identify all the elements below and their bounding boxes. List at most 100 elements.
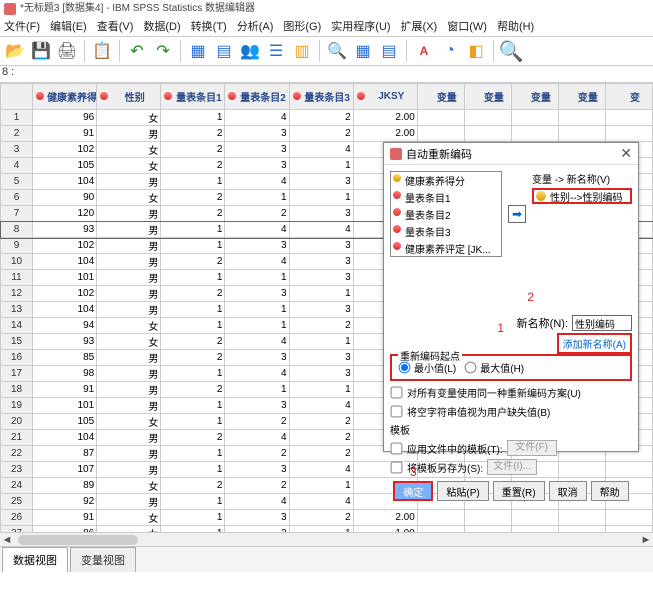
data-cell[interactable]: 男 bbox=[97, 126, 161, 142]
print-icon[interactable]: 🖨 bbox=[56, 40, 78, 62]
data-cell[interactable]: 男 bbox=[97, 302, 161, 318]
data-cell[interactable]: 2 bbox=[225, 414, 289, 430]
data-cell[interactable]: 120 bbox=[33, 206, 97, 222]
insert-case-icon[interactable]: ▦ bbox=[352, 40, 374, 62]
column-header[interactable]: 量表条目1 bbox=[161, 84, 225, 110]
data-cell[interactable]: 102 bbox=[33, 238, 97, 254]
row-number[interactable]: 14 bbox=[1, 318, 33, 334]
data-cell[interactable]: 3 bbox=[289, 254, 353, 270]
row-number[interactable]: 4 bbox=[1, 158, 33, 174]
data-cell[interactable]: 2 bbox=[161, 430, 225, 446]
data-cell[interactable]: 101 bbox=[33, 270, 97, 286]
data-cell[interactable]: 93 bbox=[33, 222, 97, 238]
data-cell[interactable]: 女 bbox=[97, 190, 161, 206]
data-cell[interactable]: 4 bbox=[289, 222, 353, 238]
data-cell[interactable]: 1 bbox=[161, 398, 225, 414]
data-cell[interactable]: 3 bbox=[225, 350, 289, 366]
value-labels-icon[interactable]: A bbox=[413, 40, 435, 62]
undo-icon[interactable]: ↶ bbox=[126, 40, 148, 62]
data-cell[interactable]: 4 bbox=[225, 366, 289, 382]
data-cell[interactable]: 104 bbox=[33, 254, 97, 270]
data-cell[interactable]: 105 bbox=[33, 414, 97, 430]
row-number[interactable]: 12 bbox=[1, 286, 33, 302]
data-cell[interactable]: 93 bbox=[33, 334, 97, 350]
data-cell[interactable] bbox=[605, 126, 652, 142]
cancel-button[interactable]: 取消 bbox=[549, 481, 587, 501]
paste-button[interactable]: 粘贴(P) bbox=[437, 481, 488, 501]
source-var-item[interactable]: 量表条目3 bbox=[391, 223, 501, 240]
data-cell[interactable]: 3 bbox=[289, 302, 353, 318]
radio-max[interactable]: 最大值(H) bbox=[464, 360, 524, 375]
data-cell[interactable]: 2 bbox=[161, 142, 225, 158]
row-number[interactable]: 19 bbox=[1, 398, 33, 414]
data-cell[interactable]: 男 bbox=[97, 382, 161, 398]
data-cell[interactable] bbox=[417, 510, 464, 526]
data-cell[interactable]: 3 bbox=[225, 510, 289, 526]
data-cell[interactable]: 1 bbox=[161, 222, 225, 238]
data-cell[interactable]: 2 bbox=[161, 334, 225, 350]
ok-button[interactable]: 确定 bbox=[393, 481, 433, 501]
data-cell[interactable]: 85 bbox=[33, 350, 97, 366]
data-cell[interactable]: 1 bbox=[225, 318, 289, 334]
chk-blank-missing[interactable]: 将空字符串值视为用户缺失值(B) bbox=[390, 404, 632, 419]
source-var-item[interactable]: 量表条目2 bbox=[391, 206, 501, 223]
data-cell[interactable]: 107 bbox=[33, 462, 97, 478]
row-number[interactable]: 11 bbox=[1, 270, 33, 286]
data-cell[interactable]: 4 bbox=[225, 254, 289, 270]
row-number[interactable]: 13 bbox=[1, 302, 33, 318]
data-cell[interactable] bbox=[417, 110, 464, 126]
source-var-item[interactable]: 健康素养得分 bbox=[391, 172, 501, 189]
data-cell[interactable]: 101 bbox=[33, 398, 97, 414]
data-cell[interactable]: 女 bbox=[97, 142, 161, 158]
row-number[interactable]: 25 bbox=[1, 494, 33, 510]
tab-data-view[interactable]: 数据视图 bbox=[2, 547, 68, 572]
scroll-thumb[interactable] bbox=[18, 535, 138, 545]
data-cell[interactable]: 女 bbox=[97, 158, 161, 174]
chk-apply-template[interactable]: 应用文件中的模板(T): bbox=[390, 441, 503, 456]
data-cell[interactable]: 男 bbox=[97, 366, 161, 382]
data-cell[interactable]: 91 bbox=[33, 126, 97, 142]
insert-var-icon[interactable]: ▤ bbox=[378, 40, 400, 62]
data-cell[interactable] bbox=[464, 510, 511, 526]
row-number[interactable]: 24 bbox=[1, 478, 33, 494]
data-cell[interactable] bbox=[464, 126, 511, 142]
data-cell[interactable]: 2 bbox=[161, 350, 225, 366]
data-cell[interactable]: 1 bbox=[225, 382, 289, 398]
row-number[interactable]: 7 bbox=[1, 206, 33, 222]
move-right-button[interactable]: ➡ bbox=[508, 205, 526, 223]
data-cell[interactable]: 2.00 bbox=[353, 110, 417, 126]
row-number[interactable]: 26 bbox=[1, 510, 33, 526]
column-header[interactable]: JKSY bbox=[353, 84, 417, 110]
data-cell[interactable]: 1 bbox=[225, 190, 289, 206]
data-cell[interactable]: 1 bbox=[161, 318, 225, 334]
select-cases-icon[interactable]: ☰ bbox=[265, 40, 287, 62]
data-cell[interactable] bbox=[511, 110, 558, 126]
data-cell[interactable]: 4 bbox=[289, 494, 353, 510]
data-cell[interactable]: 4 bbox=[225, 334, 289, 350]
data-cell[interactable]: 3 bbox=[225, 286, 289, 302]
data-cell[interactable]: 4 bbox=[225, 494, 289, 510]
menu-item[interactable]: 扩展(X) bbox=[401, 21, 438, 33]
data-cell[interactable]: 1 bbox=[161, 302, 225, 318]
data-cell[interactable] bbox=[605, 110, 652, 126]
column-header[interactable]: 变量 bbox=[417, 84, 464, 110]
data-cell[interactable]: 4 bbox=[225, 110, 289, 126]
row-number[interactable]: 16 bbox=[1, 350, 33, 366]
reset-button[interactable]: 重置(R) bbox=[493, 481, 545, 501]
goto-var-icon[interactable]: ▤ bbox=[213, 40, 235, 62]
data-cell[interactable]: 2 bbox=[289, 110, 353, 126]
row-number[interactable]: 2 bbox=[1, 126, 33, 142]
save-icon[interactable]: 💾 bbox=[30, 40, 52, 62]
data-cell[interactable]: 2 bbox=[289, 126, 353, 142]
data-cell[interactable] bbox=[417, 126, 464, 142]
data-cell[interactable]: 3 bbox=[225, 398, 289, 414]
data-cell[interactable]: 1 bbox=[161, 238, 225, 254]
data-cell[interactable]: 女 bbox=[97, 318, 161, 334]
add-new-name-button[interactable]: 添加新名称(A) bbox=[557, 333, 632, 354]
data-cell[interactable]: 女 bbox=[97, 510, 161, 526]
new-name-input[interactable] bbox=[572, 315, 632, 331]
data-cell[interactable]: 91 bbox=[33, 510, 97, 526]
recall-icon[interactable]: 📋 bbox=[91, 40, 113, 62]
data-cell[interactable]: 1 bbox=[161, 366, 225, 382]
data-cell[interactable]: 4 bbox=[225, 174, 289, 190]
